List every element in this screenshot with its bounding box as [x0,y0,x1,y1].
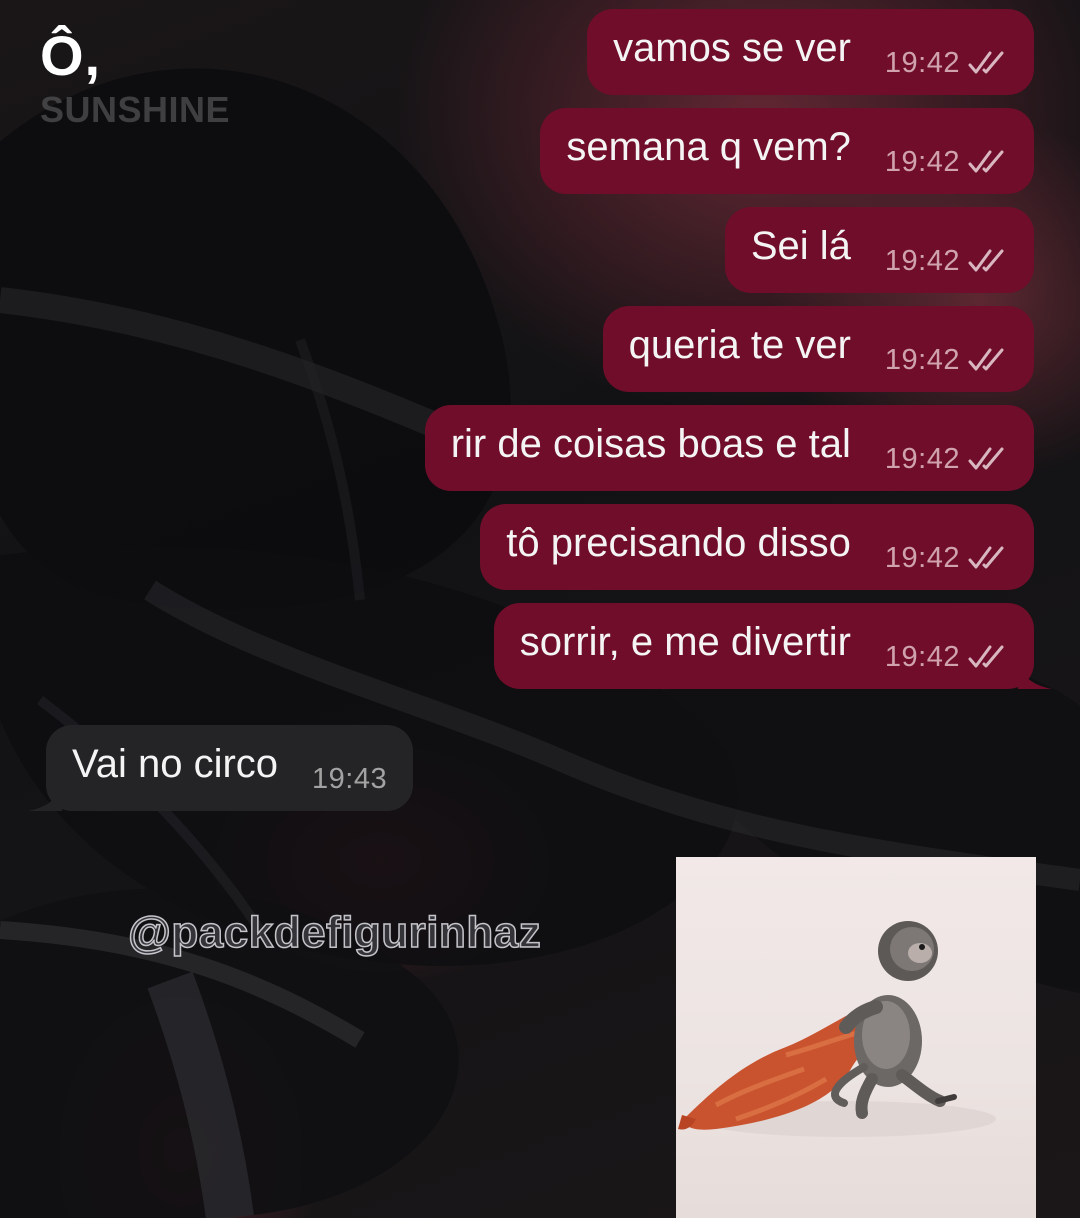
double-check-icon [968,645,1004,668]
message-time: 19:42 [884,541,960,574]
message-meta: 19:42 [885,146,1008,179]
double-check-icon [968,150,1004,173]
message-time: 19:42 [884,46,960,79]
double-check-icon [968,51,1004,74]
message-text: vamos se ver [613,26,851,70]
message-bubble-outgoing[interactable]: sorrir, e me divertir 19:42 [493,603,1052,689]
double-check-icon [968,447,1004,470]
watermark-handle: @packdefigurinhaz [127,907,542,958]
monkey-sticker-image[interactable] [676,857,1036,1218]
bubble-tail [1018,659,1052,689]
message-text: Sei lá [750,224,851,268]
message-meta: 19:42 [885,344,1008,377]
message-bubble-outgoing[interactable]: queria te ver 19:42 [602,306,1034,392]
double-check-icon [968,249,1004,272]
message-text: queria te ver [628,323,851,367]
message-meta: 19:43 [312,763,387,796]
message-meta: 19:42 [885,641,1008,674]
message-bubble-outgoing[interactable]: Sei lá 19:42 [724,207,1034,293]
message-time: 19:42 [884,442,960,475]
message-time: 19:43 [312,762,388,795]
message-bubble-outgoing[interactable]: tô precisando disso 19:42 [480,504,1034,590]
message-meta: 19:42 [885,542,1008,575]
message-meta: 19:42 [885,47,1008,80]
bubble-tail [28,781,62,811]
message-text: rir de coisas boas e tal [450,422,851,466]
message-text: tô precisando disso [506,521,851,565]
app-logo: Ô, SUNSHINE [40,26,230,130]
monkey-sticker-icon [678,921,996,1137]
message-time: 19:42 [884,145,960,178]
logo-mark: Ô, [40,24,102,87]
double-check-icon [968,546,1004,569]
message-time: 19:42 [884,244,960,277]
chat-screen: Ô, SUNSHINE vamos se ver 19:42 semana q … [0,0,1080,1218]
message-time: 19:42 [884,343,960,376]
logo-subtitle: SUNSHINE [40,89,231,130]
message-text: Vai no circo [72,742,279,786]
message-meta: 19:42 [885,443,1008,476]
message-bubble-outgoing[interactable]: rir de coisas boas e tal 19:42 [424,405,1034,491]
message-bubble-incoming[interactable]: Vai no circo 19:43 [28,725,414,811]
message-meta: 19:42 [885,245,1008,278]
message-bubble-outgoing[interactable]: vamos se ver 19:42 [587,9,1034,95]
message-text: sorrir, e me divertir [519,620,851,664]
double-check-icon [968,348,1004,371]
message-time: 19:42 [884,640,960,673]
message-text: semana q vem? [566,125,851,169]
message-bubble-outgoing[interactable]: semana q vem? 19:42 [540,108,1034,194]
